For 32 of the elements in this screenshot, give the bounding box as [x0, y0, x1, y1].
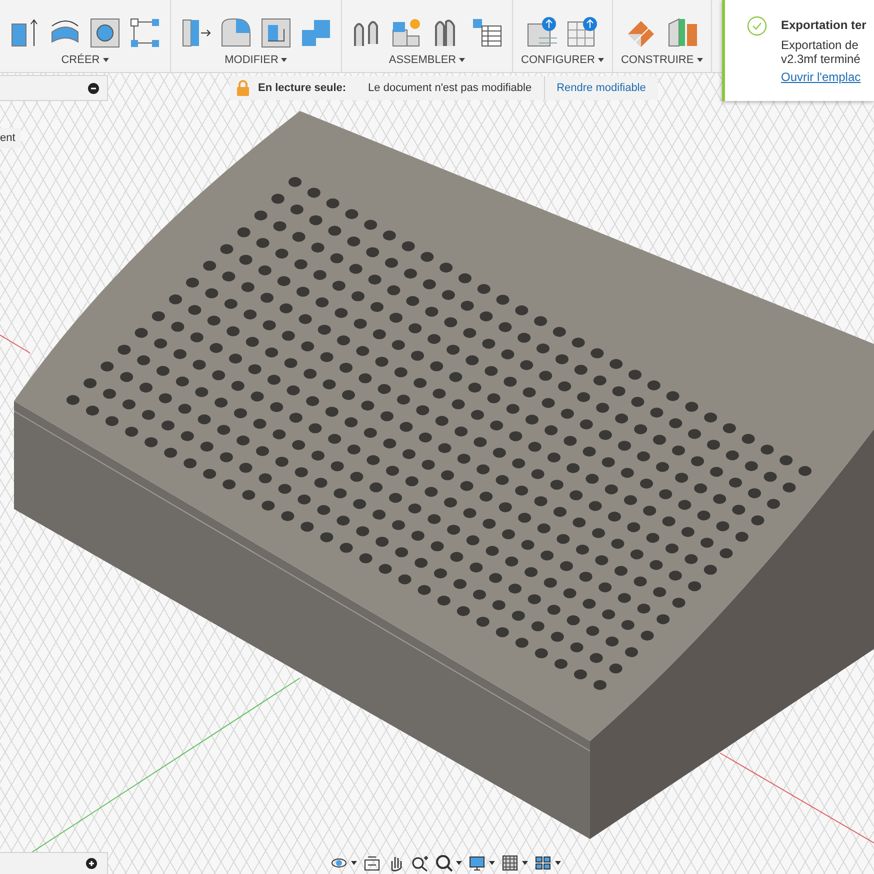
zoom-window-icon[interactable]: [435, 854, 453, 872]
open-location-link[interactable]: Ouvrir l'emplac: [781, 70, 866, 84]
check-icon: [747, 16, 767, 36]
group-menu[interactable]: ASSEMBLER: [388, 54, 466, 66]
group-menu[interactable]: CONFIGURER: [521, 54, 604, 66]
caret-icon[interactable]: [456, 861, 462, 865]
grid-icon[interactable]: [501, 854, 519, 872]
sketch-points-icon[interactable]: [128, 16, 162, 50]
notification-text: Exportation de: [781, 38, 860, 52]
notification-title: Exportation ter: [781, 18, 866, 32]
caret-icon[interactable]: [522, 861, 528, 865]
viewports-icon[interactable]: [534, 854, 552, 872]
axis-line: [0, 334, 30, 354]
shell-icon[interactable]: [259, 16, 293, 50]
notification-text: v2.3mf terminé: [781, 52, 862, 66]
lock-icon: [236, 80, 250, 96]
zoom-icon[interactable]: [411, 854, 429, 872]
make-editable-link[interactable]: Rendre modifiable: [544, 82, 658, 94]
readonly-title: En lecture seule:: [258, 82, 346, 94]
look-at-icon[interactable]: [363, 854, 381, 872]
caret-icon[interactable]: [351, 861, 357, 865]
caret-icon[interactable]: [489, 861, 495, 865]
group-menu[interactable]: CRÉER: [61, 54, 109, 66]
collapse-icon[interactable]: [88, 82, 99, 94]
side-tab[interactable]: ent: [0, 128, 22, 148]
display-icon[interactable]: [468, 854, 486, 872]
caret-icon[interactable]: [555, 861, 561, 865]
hole-box-icon[interactable]: [88, 16, 122, 50]
expand-icon[interactable]: [86, 858, 97, 869]
group-menu[interactable]: CONSTRUIRE: [620, 54, 703, 66]
readonly-message: Le document n'est pas modifiable: [368, 76, 545, 100]
group-menu[interactable]: MODIFIER: [224, 54, 288, 66]
